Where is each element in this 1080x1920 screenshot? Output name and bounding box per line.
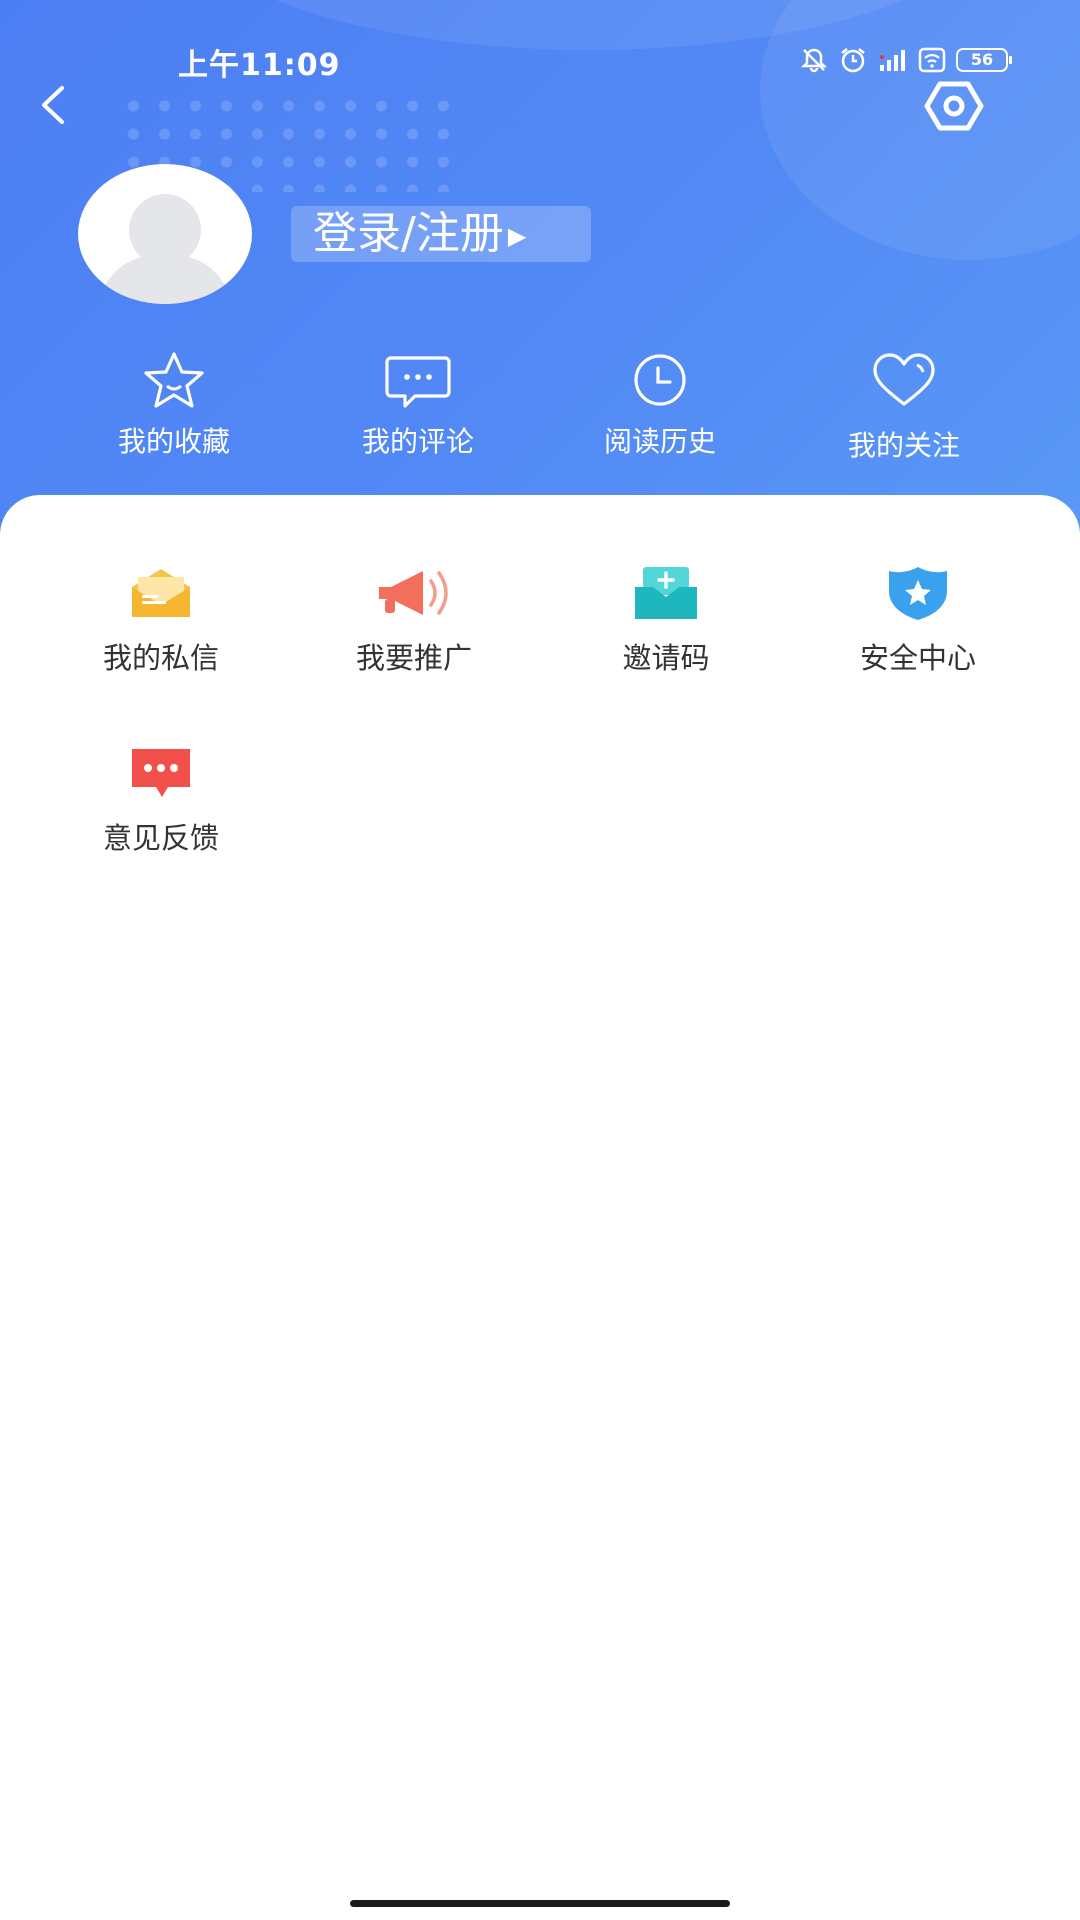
quick-label: 我的关注 [847, 429, 960, 462]
feedback-bubble-icon [132, 749, 190, 797]
quick-label: 我的评论 [361, 425, 474, 458]
menu-label: 我的私信 [102, 641, 219, 675]
status-icons: 56 [800, 46, 1012, 74]
quick-label: 阅读历史 [603, 425, 716, 458]
menu-item-messages[interactable]: 我的私信 [61, 565, 261, 677]
quick-comments[interactable]: 我的评论 [318, 350, 518, 460]
status-bar: 上午11:09 56 [0, 40, 1080, 83]
envelope-icon [132, 569, 190, 617]
mute-bell-icon [800, 48, 828, 73]
clock-icon [634, 354, 686, 406]
menu-label: 邀请码 [622, 641, 710, 675]
quick-following[interactable]: 我的关注 [804, 350, 1004, 464]
signal-icon [880, 50, 905, 71]
menu-item-invite-code[interactable]: 邀请码 [566, 565, 766, 677]
avatar[interactable] [78, 164, 252, 304]
menu-item-security-center[interactable]: 安全中心 [818, 565, 1018, 677]
quick-label: 我的收藏 [117, 425, 230, 458]
default-user-icon [98, 194, 232, 304]
menu-item-promote[interactable]: 我要推广 [314, 565, 514, 677]
menu-label: 安全中心 [859, 641, 976, 675]
wifi-icon [918, 47, 946, 73]
status-time: 上午11:09 [178, 48, 341, 83]
menu-label: 我要推广 [355, 641, 472, 675]
profile-header: 上午11:09 56 登录/注册 ▶ 我的收藏 我的评论 阅读历史 我的关注 [0, 0, 1080, 560]
shield-icon [889, 567, 947, 620]
login-register-label: 登录/注册 [313, 208, 504, 259]
comment-icon [385, 356, 451, 408]
login-register-button[interactable]: 登录/注册 ▶ [291, 206, 591, 262]
star-icon [144, 352, 204, 408]
home-indicator[interactable] [350, 1900, 730, 1907]
settings-hexagon-icon[interactable] [924, 80, 984, 132]
invite-box-icon [635, 567, 697, 619]
play-arrow-icon: ▶ [507, 222, 527, 250]
menu-label: 意见反馈 [102, 821, 219, 855]
battery-level: 56 [956, 48, 1012, 72]
quick-favorites[interactable]: 我的收藏 [74, 350, 274, 460]
menu-item-feedback[interactable]: 意见反馈 [61, 745, 261, 857]
heart-icon [873, 353, 935, 406]
header-decoration [760, 0, 1080, 260]
alarm-icon [841, 48, 865, 73]
quick-history[interactable]: 阅读历史 [560, 350, 760, 460]
megaphone-icon [379, 571, 448, 615]
menu-card: 我的私信 我要推广 邀请码 安全中心 意见反馈 [0, 495, 1080, 1920]
back-arrow-icon[interactable] [34, 80, 74, 130]
